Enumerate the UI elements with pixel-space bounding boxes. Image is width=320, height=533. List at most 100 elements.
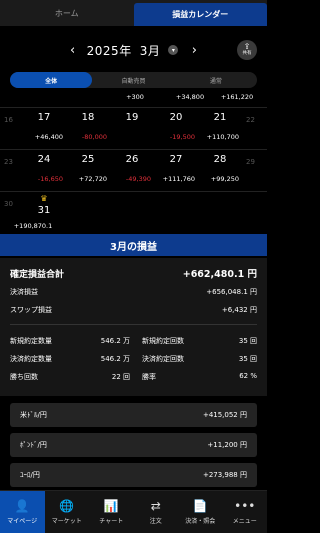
total-pl-row: 確定損益合計 +662,480.1 円 [10,266,257,280]
day-amount: +300 [126,93,144,101]
swap-pl-value: +6,432 円 [221,306,257,314]
nav-label: 注文 [149,518,162,525]
day-amount: +110,700 [206,133,239,141]
day-amount: -80,000 [81,133,107,141]
menu-dots-icon: ••• [234,499,256,513]
calendar-day-cell[interactable]: 24 -16,650 [22,150,66,191]
stat-value: 546.2 万 [100,355,130,363]
calendar-day-cell[interactable]: 25 +72,720 [66,150,110,191]
currency-pair-row[interactable]: ﾕｰﾛ/円 +273,988 円 [10,463,257,487]
day-amount: +190,870.1 [13,222,53,230]
nav-label: マーケット [51,518,82,525]
total-pl-label: 確定損益合計 [10,269,65,280]
day-number: 22 [246,116,255,124]
filter-normal[interactable]: 通常 [175,72,257,88]
day-amount: -19,500 [169,133,195,141]
calendar-day-cell[interactable]: 28 +99,250 [198,150,242,191]
nav-chart[interactable]: 📊 チャート [89,491,134,533]
filter-segment: 全体 自動売買 通常 [10,72,257,88]
nav-label: メニュー [232,518,257,525]
stat-cell: 新規約定数量 546.2 万 [10,336,130,346]
stat-label: 新規約定数量 [10,337,52,345]
day-number: 30 [4,200,13,208]
swap-pl-label: スワップ損益 [10,306,52,314]
stat-cell: 勝率 62 % [142,372,257,382]
day-number: 16 [4,116,13,124]
nav-menu-dots[interactable]: ••• メニュー [223,491,268,533]
stat-value: 35 回 [238,355,257,363]
nav-label: 決済・照会 [185,518,216,525]
currency-pair-row[interactable]: ﾎﾟﾝﾄﾞ/円 +11,200 円 [10,433,257,457]
calendar-day-cell[interactable]: 31 ♛ +190,870.1 [14,192,66,239]
stat-label: 新規約定回数 [142,337,184,345]
nav-label: チャート [99,518,124,525]
month-summary-title: 3月の損益 [110,241,157,253]
calendar-day-cell[interactable]: 17 +46,400 [22,108,66,149]
filter-all[interactable]: 全体 [10,72,93,88]
calendar-day-cell: 30 [0,192,22,239]
day-number: 27 [169,154,183,165]
nav-document[interactable]: 📄 決済・照会 [178,491,223,533]
pair-name: ﾕｰﾛ/円 [20,471,40,479]
day-number: 31 [37,205,51,216]
day-number: 19 [125,112,139,123]
settle-pl-row: 決済損益 +656,048.1 円 [10,287,257,297]
day-number: 24 [37,154,51,165]
nav-label: マイページ [7,518,38,525]
day-number: 18 [81,112,95,123]
pair-pl-value: +273,988 円 [202,471,247,479]
nav-globe[interactable]: 🌐 マーケット [45,491,90,533]
month-text: 3月 [139,43,161,58]
nav-person[interactable]: 👤 マイページ [0,491,45,533]
year-text: 2025年 [86,43,132,58]
calendar-day-cell: 23 [0,150,22,191]
calendar-day-cell[interactable]: 26 -49,390 [110,150,154,191]
settle-pl-value: +656,048.1 円 [206,288,257,296]
stat-label: 勝率 [142,373,156,381]
stats-row: 勝ち回数 22 回 勝率 62 % [10,372,257,382]
share-button[interactable]: ⇪ 共有 [237,40,257,60]
total-pl-value: +662,480.1 円 [182,269,257,280]
calendar-day-cell[interactable]: 27 +111,760 [154,150,198,191]
tab-pl-calendar[interactable]: 損益カレンダー [133,3,267,26]
day-number: 17 [37,112,51,123]
pair-name: 米ﾄﾞﾙ/円 [20,411,47,419]
tab-home[interactable]: ホーム [0,0,134,26]
day-amount: +99,250 [210,175,239,183]
month-summary-panel: 確定損益合計 +662,480.1 円 決済損益 +656,048.1 円 スワ… [0,258,267,396]
crown-icon: ♛ [40,194,48,203]
stats-row: 決済約定数量 546.2 万 決済約定回数 35 回 [10,354,257,364]
pair-pl-value: +11,200 円 [207,441,247,449]
calendar-day-cell[interactable]: 18 -80,000 [66,108,110,149]
chevron-right-icon[interactable]: › [184,43,204,58]
filter-auto-trade[interactable]: 自動売買 [92,72,174,88]
stat-value: 22 回 [111,373,130,381]
chart-icon: 📊 [103,499,119,513]
nav-order[interactable]: ⇄ 注文 [134,491,179,533]
stat-value: 62 % [239,372,257,380]
calendar-day-cell[interactable]: 20 -19,500 [154,108,198,149]
chevron-left-icon[interactable]: ‹ [63,43,83,58]
stat-cell: 勝ち回数 22 回 [10,372,130,382]
calendar-week: 30 31 ♛ +190,870.1 [0,192,267,240]
calendar-day-cell[interactable]: 21 +110,700 [198,108,242,149]
pl-calendar: +300 +34,800 +161,220 16 17 +46,400 18 -80,0… [0,90,267,240]
day-number: 21 [213,112,227,123]
stats-row: 新規約定数量 546.2 万 新規約定回数 35 回 [10,336,257,346]
calendar-day-cell[interactable]: 19 [110,108,154,149]
day-number: 28 [213,154,227,165]
stat-label: 勝ち回数 [10,373,38,381]
top-tabs: ホーム 損益カレンダー [0,0,267,26]
month-navigator: ‹ 2025年 3月 ▾ › ⇪ 共有 [0,36,267,64]
month-label[interactable]: 2025年 3月 [87,42,161,59]
day-amount: +111,760 [162,175,195,183]
globe-icon: 🌐 [59,499,75,513]
day-amount: +72,720 [78,175,107,183]
day-number: 25 [81,154,95,165]
pair-pl-value: +415,052 円 [202,411,247,419]
stat-cell: 新規約定回数 35 回 [142,336,257,346]
pair-name: ﾎﾟﾝﾄﾞ/円 [20,441,47,449]
chevron-down-icon[interactable]: ▾ [168,45,179,55]
currency-pair-row[interactable]: 米ﾄﾞﾙ/円 +415,052 円 [10,403,257,427]
calendar-day-cell: 16 [0,108,22,149]
